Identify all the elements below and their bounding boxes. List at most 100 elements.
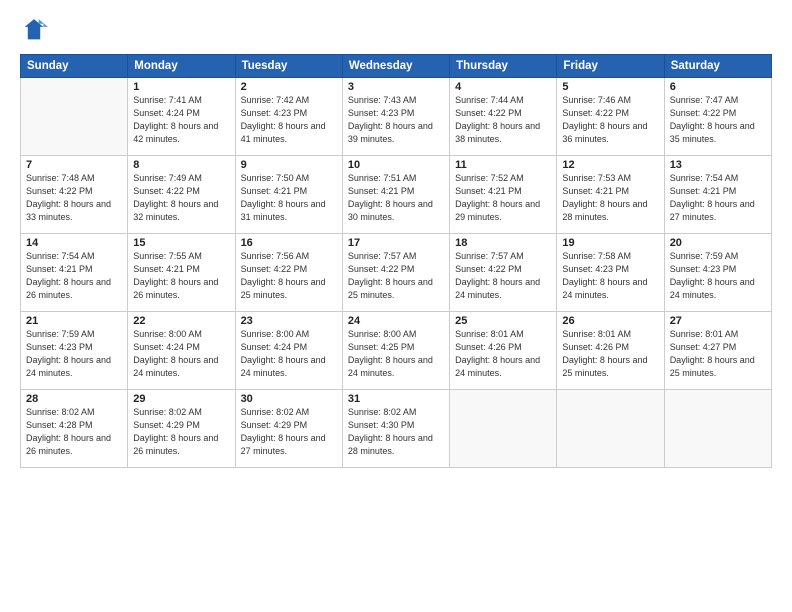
day-cell: 6Sunrise: 7:47 AMSunset: 4:22 PMDaylight… (664, 78, 771, 156)
day-info: Sunrise: 7:52 AMSunset: 4:21 PMDaylight:… (455, 172, 551, 224)
logo-icon (20, 16, 48, 44)
day-info: Sunrise: 8:02 AMSunset: 4:29 PMDaylight:… (133, 406, 229, 458)
day-number: 21 (26, 315, 122, 327)
weekday-header-thursday: Thursday (450, 55, 557, 78)
day-cell: 18Sunrise: 7:57 AMSunset: 4:22 PMDayligh… (450, 234, 557, 312)
day-info: Sunrise: 7:49 AMSunset: 4:22 PMDaylight:… (133, 172, 229, 224)
day-number: 28 (26, 393, 122, 405)
day-info: Sunrise: 8:02 AMSunset: 4:29 PMDaylight:… (241, 406, 337, 458)
day-number: 19 (562, 237, 658, 249)
day-number: 25 (455, 315, 551, 327)
day-info: Sunrise: 7:50 AMSunset: 4:21 PMDaylight:… (241, 172, 337, 224)
day-info: Sunrise: 8:00 AMSunset: 4:25 PMDaylight:… (348, 328, 444, 380)
day-cell: 2Sunrise: 7:42 AMSunset: 4:23 PMDaylight… (235, 78, 342, 156)
day-cell: 17Sunrise: 7:57 AMSunset: 4:22 PMDayligh… (342, 234, 449, 312)
day-cell: 30Sunrise: 8:02 AMSunset: 4:29 PMDayligh… (235, 390, 342, 468)
day-info: Sunrise: 7:43 AMSunset: 4:23 PMDaylight:… (348, 94, 444, 146)
day-info: Sunrise: 7:58 AMSunset: 4:23 PMDaylight:… (562, 250, 658, 302)
day-cell: 28Sunrise: 8:02 AMSunset: 4:28 PMDayligh… (21, 390, 128, 468)
weekday-header-saturday: Saturday (664, 55, 771, 78)
day-info: Sunrise: 7:57 AMSunset: 4:22 PMDaylight:… (455, 250, 551, 302)
calendar: SundayMondayTuesdayWednesdayThursdayFrid… (20, 54, 772, 468)
day-cell: 15Sunrise: 7:55 AMSunset: 4:21 PMDayligh… (128, 234, 235, 312)
day-number: 16 (241, 237, 337, 249)
day-cell: 3Sunrise: 7:43 AMSunset: 4:23 PMDaylight… (342, 78, 449, 156)
day-number: 20 (670, 237, 766, 249)
day-cell: 12Sunrise: 7:53 AMSunset: 4:21 PMDayligh… (557, 156, 664, 234)
day-cell: 14Sunrise: 7:54 AMSunset: 4:21 PMDayligh… (21, 234, 128, 312)
day-info: Sunrise: 7:54 AMSunset: 4:21 PMDaylight:… (670, 172, 766, 224)
day-number: 2 (241, 81, 337, 93)
day-number: 15 (133, 237, 229, 249)
day-number: 17 (348, 237, 444, 249)
day-cell: 7Sunrise: 7:48 AMSunset: 4:22 PMDaylight… (21, 156, 128, 234)
weekday-header-row: SundayMondayTuesdayWednesdayThursdayFrid… (21, 55, 772, 78)
logo (20, 16, 52, 44)
day-info: Sunrise: 8:01 AMSunset: 4:27 PMDaylight:… (670, 328, 766, 380)
day-info: Sunrise: 7:59 AMSunset: 4:23 PMDaylight:… (670, 250, 766, 302)
day-number: 3 (348, 81, 444, 93)
day-cell (21, 78, 128, 156)
day-number: 9 (241, 159, 337, 171)
day-number: 30 (241, 393, 337, 405)
day-cell: 21Sunrise: 7:59 AMSunset: 4:23 PMDayligh… (21, 312, 128, 390)
weekday-header-sunday: Sunday (21, 55, 128, 78)
day-number: 27 (670, 315, 766, 327)
day-number: 12 (562, 159, 658, 171)
day-info: Sunrise: 7:42 AMSunset: 4:23 PMDaylight:… (241, 94, 337, 146)
day-info: Sunrise: 7:54 AMSunset: 4:21 PMDaylight:… (26, 250, 122, 302)
day-number: 5 (562, 81, 658, 93)
day-cell: 27Sunrise: 8:01 AMSunset: 4:27 PMDayligh… (664, 312, 771, 390)
day-info: Sunrise: 7:44 AMSunset: 4:22 PMDaylight:… (455, 94, 551, 146)
day-cell: 5Sunrise: 7:46 AMSunset: 4:22 PMDaylight… (557, 78, 664, 156)
day-cell: 1Sunrise: 7:41 AMSunset: 4:24 PMDaylight… (128, 78, 235, 156)
day-info: Sunrise: 7:53 AMSunset: 4:21 PMDaylight:… (562, 172, 658, 224)
day-cell: 22Sunrise: 8:00 AMSunset: 4:24 PMDayligh… (128, 312, 235, 390)
day-cell: 20Sunrise: 7:59 AMSunset: 4:23 PMDayligh… (664, 234, 771, 312)
day-number: 8 (133, 159, 229, 171)
day-number: 24 (348, 315, 444, 327)
day-info: Sunrise: 7:56 AMSunset: 4:22 PMDaylight:… (241, 250, 337, 302)
day-cell: 8Sunrise: 7:49 AMSunset: 4:22 PMDaylight… (128, 156, 235, 234)
day-info: Sunrise: 8:01 AMSunset: 4:26 PMDaylight:… (455, 328, 551, 380)
day-number: 7 (26, 159, 122, 171)
weekday-header-tuesday: Tuesday (235, 55, 342, 78)
day-number: 14 (26, 237, 122, 249)
header (20, 16, 772, 44)
day-cell (450, 390, 557, 468)
weekday-header-friday: Friday (557, 55, 664, 78)
day-cell: 29Sunrise: 8:02 AMSunset: 4:29 PMDayligh… (128, 390, 235, 468)
day-number: 18 (455, 237, 551, 249)
day-info: Sunrise: 7:48 AMSunset: 4:22 PMDaylight:… (26, 172, 122, 224)
day-cell: 16Sunrise: 7:56 AMSunset: 4:22 PMDayligh… (235, 234, 342, 312)
day-cell (557, 390, 664, 468)
week-row-4: 21Sunrise: 7:59 AMSunset: 4:23 PMDayligh… (21, 312, 772, 390)
day-info: Sunrise: 7:47 AMSunset: 4:22 PMDaylight:… (670, 94, 766, 146)
day-info: Sunrise: 7:57 AMSunset: 4:22 PMDaylight:… (348, 250, 444, 302)
day-cell: 11Sunrise: 7:52 AMSunset: 4:21 PMDayligh… (450, 156, 557, 234)
day-info: Sunrise: 8:00 AMSunset: 4:24 PMDaylight:… (133, 328, 229, 380)
day-cell: 23Sunrise: 8:00 AMSunset: 4:24 PMDayligh… (235, 312, 342, 390)
day-number: 10 (348, 159, 444, 171)
day-info: Sunrise: 8:01 AMSunset: 4:26 PMDaylight:… (562, 328, 658, 380)
day-number: 1 (133, 81, 229, 93)
day-info: Sunrise: 8:00 AMSunset: 4:24 PMDaylight:… (241, 328, 337, 380)
day-info: Sunrise: 8:02 AMSunset: 4:28 PMDaylight:… (26, 406, 122, 458)
day-info: Sunrise: 7:51 AMSunset: 4:21 PMDaylight:… (348, 172, 444, 224)
day-number: 11 (455, 159, 551, 171)
day-number: 23 (241, 315, 337, 327)
weekday-header-wednesday: Wednesday (342, 55, 449, 78)
week-row-5: 28Sunrise: 8:02 AMSunset: 4:28 PMDayligh… (21, 390, 772, 468)
day-cell: 25Sunrise: 8:01 AMSunset: 4:26 PMDayligh… (450, 312, 557, 390)
day-cell: 13Sunrise: 7:54 AMSunset: 4:21 PMDayligh… (664, 156, 771, 234)
week-row-3: 14Sunrise: 7:54 AMSunset: 4:21 PMDayligh… (21, 234, 772, 312)
day-info: Sunrise: 7:46 AMSunset: 4:22 PMDaylight:… (562, 94, 658, 146)
day-number: 31 (348, 393, 444, 405)
day-number: 4 (455, 81, 551, 93)
day-cell: 4Sunrise: 7:44 AMSunset: 4:22 PMDaylight… (450, 78, 557, 156)
day-number: 6 (670, 81, 766, 93)
day-cell: 24Sunrise: 8:00 AMSunset: 4:25 PMDayligh… (342, 312, 449, 390)
week-row-2: 7Sunrise: 7:48 AMSunset: 4:22 PMDaylight… (21, 156, 772, 234)
day-info: Sunrise: 7:59 AMSunset: 4:23 PMDaylight:… (26, 328, 122, 380)
day-info: Sunrise: 7:41 AMSunset: 4:24 PMDaylight:… (133, 94, 229, 146)
